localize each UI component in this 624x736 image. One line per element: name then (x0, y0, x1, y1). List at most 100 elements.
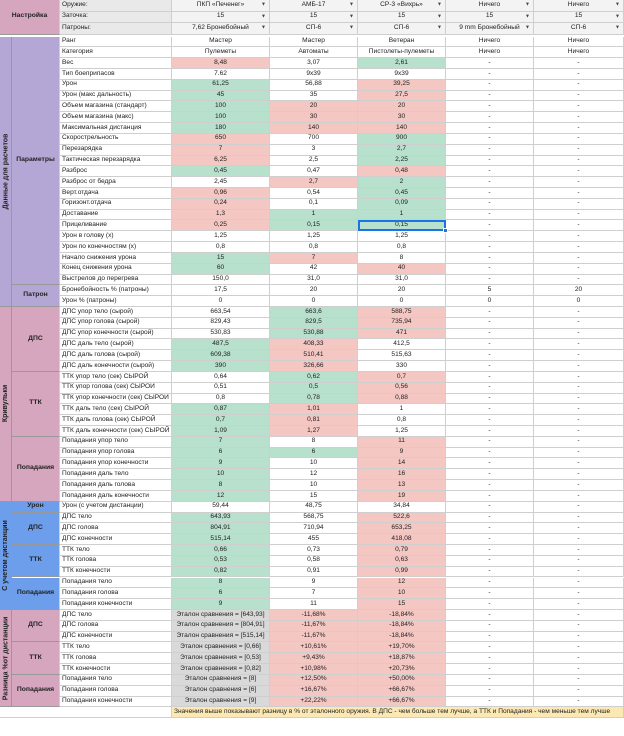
row-value[interactable]: Эталон сравнения = [0,66] (172, 642, 270, 654)
row-value[interactable]: 2 (358, 177, 446, 188)
row-value[interactable]: - (446, 609, 534, 621)
row-value[interactable]: 15 (172, 252, 270, 264)
row-value[interactable]: 0,53 (172, 555, 270, 567)
row-value[interactable]: Ничего (534, 47, 624, 59)
row-value[interactable]: - (534, 350, 624, 362)
row-value[interactable]: 0,09 (358, 198, 446, 210)
selected-cell[interactable] (358, 220, 446, 232)
row-value[interactable]: 10 (270, 458, 358, 470)
settings-select[interactable]: СП-6 ▼ (358, 23, 446, 35)
row-value[interactable]: 140 (270, 123, 358, 134)
row-value[interactable]: 12 (358, 577, 446, 589)
row-value[interactable]: 7 (270, 252, 358, 264)
row-value[interactable]: - (446, 447, 534, 459)
row-value[interactable]: 20 (358, 285, 446, 297)
row-value[interactable]: 1,09 (172, 426, 270, 437)
row-value[interactable]: - (446, 68, 534, 80)
row-value[interactable]: 39,25 (358, 79, 446, 91)
row-value[interactable]: 7 (270, 588, 358, 600)
row-value[interactable]: - (534, 490, 624, 502)
row-value[interactable]: 6,25 (172, 155, 270, 167)
row-value[interactable]: 510,41 (270, 350, 358, 362)
row-value[interactable]: 9 (172, 458, 270, 470)
row-value[interactable]: - (446, 155, 534, 167)
row-value[interactable]: - (446, 90, 534, 102)
row-value[interactable]: - (446, 426, 534, 437)
row-value[interactable]: 5 (446, 285, 534, 297)
row-value[interactable]: Пистолеты-пулеметы (358, 47, 446, 59)
row-value[interactable]: - (446, 382, 534, 394)
row-value[interactable]: 59,44 (172, 501, 270, 513)
row-value[interactable]: 710,94 (270, 523, 358, 535)
row-value[interactable]: - (446, 620, 534, 632)
row-value[interactable]: - (534, 187, 624, 199)
row-value[interactable]: 1,25 (172, 231, 270, 243)
settings-select[interactable]: Ничего ▼ (534, 0, 624, 12)
row-value[interactable]: 0,79 (358, 545, 446, 556)
row-value[interactable]: 42 (270, 263, 358, 275)
settings-select[interactable]: 15 ▼ (172, 11, 270, 23)
row-value[interactable]: 530,88 (270, 328, 358, 340)
row-value[interactable]: - (446, 339, 534, 351)
row-value[interactable]: - (446, 458, 534, 470)
row-value[interactable]: +16,67% (270, 685, 358, 697)
row-value[interactable]: 2,7 (358, 144, 446, 156)
row-value[interactable]: 61,25 (172, 79, 270, 91)
row-value[interactable]: - (534, 523, 624, 535)
row-value[interactable]: 140 (358, 123, 446, 134)
row-value[interactable]: - (534, 90, 624, 102)
row-value[interactable]: 487,5 (172, 339, 270, 351)
row-value[interactable]: - (446, 436, 534, 448)
row-value[interactable]: - (446, 631, 534, 643)
row-value[interactable]: - (446, 696, 534, 708)
row-value[interactable]: 9 (270, 577, 358, 589)
row-value[interactable]: 0 (534, 296, 624, 307)
row-value[interactable]: - (534, 166, 624, 178)
settings-select[interactable]: 15 ▼ (270, 11, 358, 23)
row-value[interactable]: - (534, 469, 624, 481)
row-value[interactable]: - (534, 79, 624, 91)
row-value[interactable]: - (534, 436, 624, 448)
row-value[interactable]: 9 (358, 447, 446, 459)
settings-select[interactable]: 15 ▼ (358, 11, 446, 23)
row-value[interactable]: 515,14 (172, 534, 270, 546)
row-value[interactable]: 0,8 (358, 242, 446, 253)
row-value[interactable]: 650 (172, 133, 270, 145)
settings-select[interactable]: СП-6 ▼ (270, 23, 358, 35)
row-value[interactable]: 8 (172, 480, 270, 491)
row-value[interactable]: 0,62 (270, 371, 358, 383)
row-value[interactable]: 3 (270, 144, 358, 156)
row-value[interactable]: 6 (270, 447, 358, 459)
row-value[interactable]: 1,25 (358, 231, 446, 243)
row-value[interactable]: 530,83 (172, 328, 270, 340)
row-value[interactable]: - (534, 458, 624, 470)
row-value[interactable]: - (446, 220, 534, 232)
row-value[interactable]: - (446, 685, 534, 697)
row-value[interactable]: - (446, 263, 534, 275)
row-value[interactable]: - (534, 220, 624, 232)
row-value[interactable]: - (446, 198, 534, 210)
settings-select[interactable]: 9 mm Бронебойный ▼ (446, 23, 534, 35)
row-value[interactable]: Эталон сравнения = [643,93] (172, 609, 270, 621)
row-value[interactable]: 408,33 (270, 339, 358, 351)
row-value[interactable]: 0 (446, 296, 534, 307)
row-value[interactable]: - (534, 198, 624, 210)
row-value[interactable]: 8 (270, 436, 358, 448)
row-value[interactable]: Ничего (534, 36, 624, 48)
row-value[interactable]: - (446, 371, 534, 383)
row-value[interactable]: 643,93 (172, 512, 270, 524)
row-value[interactable]: - (446, 58, 534, 69)
row-value[interactable]: 663,6 (270, 307, 358, 318)
row-value[interactable]: 0,87 (172, 404, 270, 416)
row-value[interactable]: 31,0 (270, 274, 358, 286)
row-value[interactable]: 0 (172, 296, 270, 307)
row-value[interactable]: - (446, 588, 534, 600)
row-value[interactable]: - (534, 155, 624, 167)
row-value[interactable]: - (534, 68, 624, 80)
row-value[interactable]: 900 (358, 133, 446, 145)
row-value[interactable]: - (446, 653, 534, 665)
row-value[interactable]: - (534, 328, 624, 340)
row-value[interactable]: Эталон сравнения = [804,91] (172, 620, 270, 632)
row-value[interactable]: 1 (358, 404, 446, 416)
row-value[interactable]: +10,98% (270, 664, 358, 675)
